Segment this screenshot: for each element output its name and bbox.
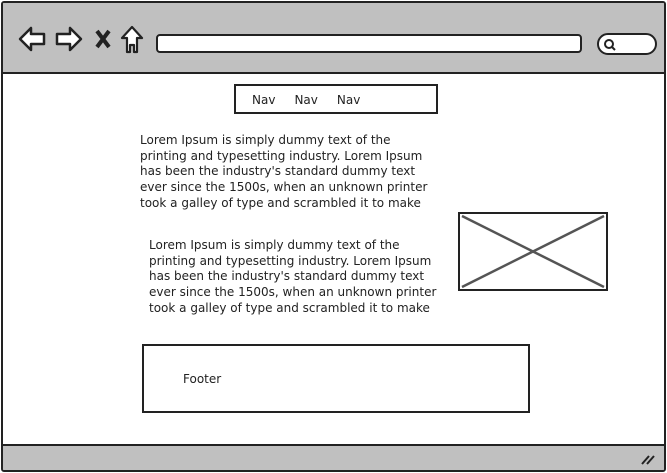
text-line: printing and typesetting industry. Lorem… — [149, 253, 432, 268]
text-line: printing and typesetting industry. Lorem… — [140, 148, 423, 163]
text-line: Lorem Ipsum is simply dummy text of the — [140, 133, 391, 147]
image-placeholder-x-icon — [461, 214, 605, 289]
status-bar — [3, 444, 664, 470]
home-icon[interactable] — [120, 25, 144, 55]
footer-label: Footer — [183, 372, 222, 386]
nav-link[interactable]: Nav — [337, 93, 360, 112]
paragraph-1: Lorem Ipsum is simply dummy text of the … — [140, 133, 427, 212]
nav-link[interactable]: Nav — [294, 93, 317, 112]
browser-toolbar — [3, 3, 664, 74]
close-x-icon[interactable] — [94, 25, 112, 53]
text-line: Lorem Ipsum is simply dummy text of the — [149, 238, 400, 252]
text-line: took a galley of type and scrambled it t… — [149, 300, 430, 315]
search-icon — [604, 39, 616, 51]
nav-bar: Nav Nav Nav — [234, 84, 438, 114]
paragraph-2: Lorem Ipsum is simply dummy text of the … — [149, 238, 436, 317]
footer: Footer — [142, 344, 530, 413]
text-line: has been the industry's standard dummy t… — [140, 164, 416, 179]
back-arrow-icon[interactable] — [17, 25, 47, 53]
text-line: ever since the 1500s, when an unknown pr… — [140, 180, 428, 195]
image-placeholder — [458, 212, 608, 291]
address-bar-input[interactable] — [156, 34, 582, 53]
text-line: took a galley of type and scrambled it t… — [140, 195, 421, 210]
text-line: ever since the 1500s, when an unknown pr… — [149, 285, 437, 300]
search-field[interactable] — [597, 33, 657, 55]
nav-link[interactable]: Nav — [252, 93, 275, 112]
text-line: has been the industry's standard dummy t… — [149, 269, 425, 284]
browser-window: Nav Nav Nav Lorem Ipsum is simply dummy … — [1, 1, 666, 472]
forward-arrow-icon[interactable] — [54, 25, 84, 53]
resize-grip-icon[interactable] — [640, 452, 656, 466]
